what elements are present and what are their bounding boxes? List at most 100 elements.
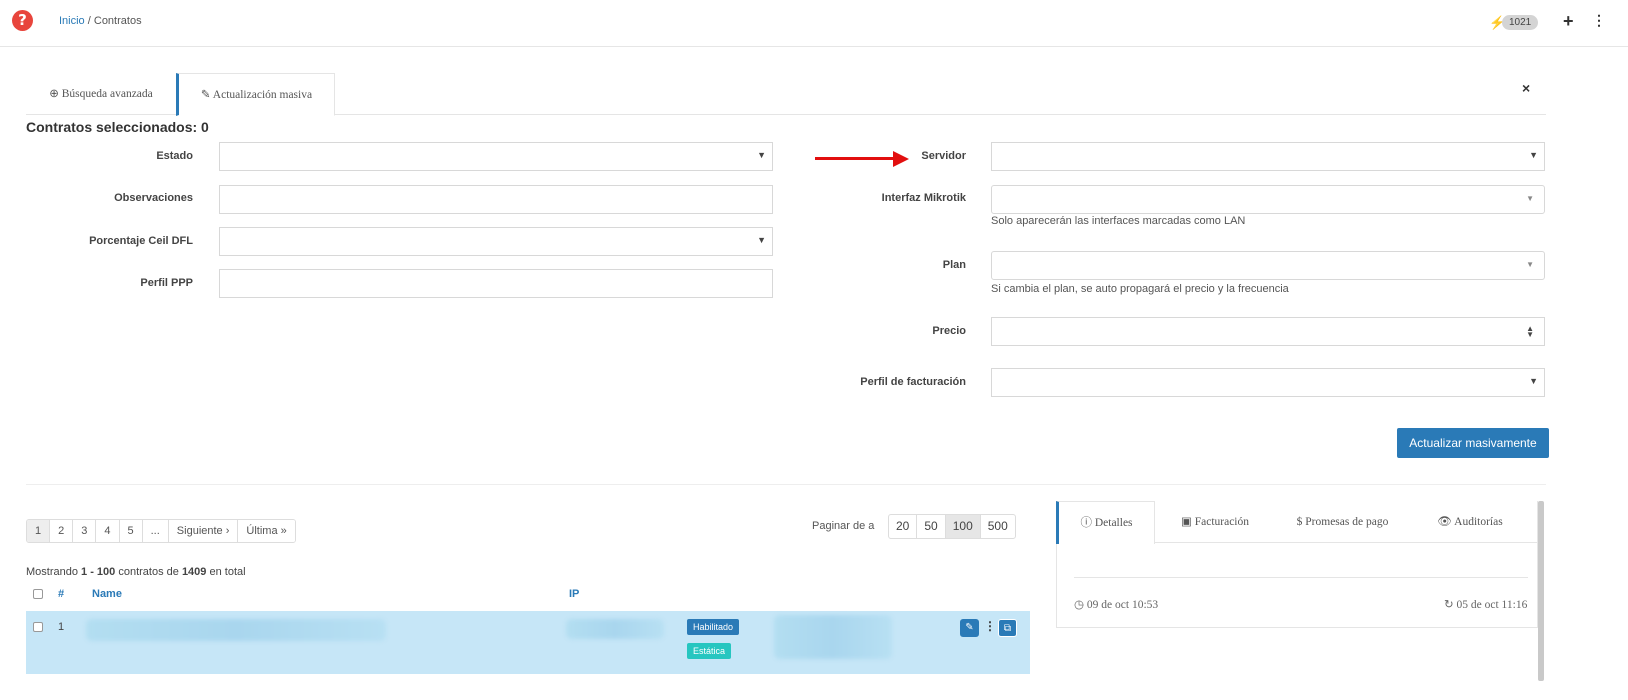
panel-scrollbar[interactable] <box>1538 501 1544 681</box>
caret-down-icon: ▼ <box>757 150 766 160</box>
kebab-menu-icon[interactable]: ⋮ <box>1592 12 1606 29</box>
column-header-name[interactable]: Name <box>92 588 122 600</box>
blurred-ip <box>566 619 664 639</box>
row-kebab-icon[interactable]: ⋮ <box>984 619 996 633</box>
plan-help-text: Si cambia el plan, se auto propagará el … <box>991 283 1289 295</box>
money-icon: ▣ <box>1180 516 1192 528</box>
porcentaje-ceil-select[interactable]: ▼ <box>219 227 773 256</box>
edit-button[interactable]: ✎ <box>960 619 979 637</box>
porcentaje-ceil-label: Porcentaje Ceil DFL <box>89 235 193 247</box>
blurred-field <box>774 615 892 659</box>
perfil-facturacion-label: Perfil de facturación <box>860 376 966 388</box>
tab-bulk-update[interactable]: ✎ Actualización masiva <box>176 73 335 116</box>
perfil-facturacion-select[interactable]: ▼ <box>991 368 1545 397</box>
spinner-icon[interactable]: ▲ ▼ <box>1526 325 1534 339</box>
summary-range: 1 - 100 <box>81 566 116 578</box>
tab-detalles[interactable]: ⓘ Detalles <box>1056 501 1155 544</box>
select-all-checkbox[interactable] <box>33 589 43 599</box>
summary-prefix: Mostrando <box>26 566 82 578</box>
clock-icon: ◷ <box>1074 599 1085 611</box>
page-link[interactable]: 3 <box>73 520 97 542</box>
precio-input[interactable]: ▲ ▼ <box>991 317 1545 346</box>
estado-label: Estado <box>156 150 193 162</box>
copy-button[interactable]: ⧉ <box>998 619 1017 637</box>
updated-timestamp: ↻ 05 de oct 11:16 <box>1444 597 1527 611</box>
breadcrumb-current: Contratos <box>93 15 142 27</box>
tab-detalles-label: Detalles <box>1094 517 1133 529</box>
estado-select[interactable]: ▼ <box>219 142 773 171</box>
column-header-number[interactable]: # <box>58 588 64 600</box>
interfaz-mikrotik-label: Interfaz Mikrotik <box>881 192 966 204</box>
per-page-selector: 20 50 100 500 <box>888 514 1016 539</box>
summary-suffix: en total <box>206 566 246 578</box>
breadcrumb: Inicio / Contratos <box>59 15 142 27</box>
tab-auditorias[interactable]: 👁 Auditorías <box>1415 501 1525 543</box>
page-ellipsis: ... <box>142 520 169 542</box>
perfil-ppp-label: Perfil PPP <box>140 277 193 289</box>
per-page-option[interactable]: 500 <box>981 515 1015 538</box>
eye-icon: 👁 <box>1437 516 1452 528</box>
caret-down-icon: ▼ <box>757 235 766 245</box>
connection-count-badge[interactable]: 1021 <box>1502 15 1539 30</box>
caret-down-icon: ▼ <box>1526 260 1534 269</box>
servidor-label: Servidor <box>921 150 966 162</box>
close-icon[interactable]: × <box>1522 80 1530 96</box>
selected-contracts-count: Contratos seleccionados: 0 <box>26 119 209 135</box>
interfaz-help-text: Solo aparecerán las interfaces marcadas … <box>991 215 1246 227</box>
per-page-option[interactable]: 50 <box>917 515 946 538</box>
search-plus-icon: ⊕ <box>49 88 59 100</box>
page-link[interactable]: 2 <box>50 520 74 542</box>
servidor-select[interactable]: ▼ <box>991 142 1545 171</box>
tab-advanced-search[interactable]: ⊕ Búsqueda avanzada <box>26 73 176 115</box>
tab-facturacion[interactable]: ▣ Facturación <box>1160 501 1270 543</box>
page-link[interactable]: 5 <box>119 520 143 542</box>
next-page-link[interactable]: Siguiente › <box>168 520 239 542</box>
pagination: 1 2 3 4 5 ... Siguiente › Última » <box>26 519 296 543</box>
bulk-update-button[interactable]: Actualizar masivamente <box>1397 428 1549 458</box>
page-link[interactable]: 4 <box>96 520 120 542</box>
caret-down-icon: ▼ <box>1529 150 1538 160</box>
interfaz-mikrotik-select[interactable]: ▼ <box>991 185 1545 214</box>
per-page-label: Paginar de a <box>812 520 875 532</box>
panel-divider <box>1074 577 1528 578</box>
ip-type-badge: Estática <box>687 643 732 659</box>
last-page-link[interactable]: Última » <box>238 520 295 542</box>
breadcrumb-home-link[interactable]: Inicio <box>59 15 85 27</box>
page-link[interactable]: 1 <box>27 520 51 542</box>
table-row[interactable]: 1 Habilitado Estática ✎ ⋮ ⧉ <box>26 611 1030 674</box>
observaciones-input[interactable] <box>219 185 773 214</box>
perfil-ppp-input[interactable] <box>219 269 773 298</box>
tab-promesas-label: Promesas de pago <box>1305 516 1389 528</box>
add-icon[interactable]: + <box>1563 11 1574 32</box>
summary-mid: contratos de <box>115 566 182 578</box>
tab-auditorias-label: Auditorías <box>1454 516 1503 528</box>
summary-total: 1409 <box>181 566 207 578</box>
plan-select[interactable]: ▼ <box>991 251 1545 280</box>
tab-advanced-search-label: Búsqueda avanzada <box>61 88 153 100</box>
caret-down-icon: ▼ <box>1526 194 1534 203</box>
divider <box>26 484 1546 485</box>
created-timestamp: ◷ 09 de oct 10:53 <box>1074 597 1158 611</box>
row-number: 1 <box>58 621 65 633</box>
blurred-name <box>86 619 386 641</box>
dollar-icon: $ <box>1296 516 1303 528</box>
tab-promesas-pago[interactable]: $ Promesas de pago <box>1280 501 1405 543</box>
breadcrumb-separator: / <box>87 15 91 27</box>
per-page-option[interactable]: 20 <box>889 515 918 538</box>
caret-down-icon: ▼ <box>1529 376 1538 386</box>
tab-bulk-update-label: Actualización masiva <box>212 89 313 101</box>
updated-label: 05 de oct 11:16 <box>1456 599 1528 611</box>
results-summary: Mostrando 1 - 100 contratos de 1409 en t… <box>26 566 246 578</box>
info-icon: ⓘ <box>1080 517 1092 529</box>
status-badge: Habilitado <box>687 619 740 635</box>
precio-label: Precio <box>932 325 966 337</box>
plan-label: Plan <box>942 259 966 271</box>
per-page-option[interactable]: 100 <box>945 515 981 538</box>
question-circle-icon[interactable]: ? <box>12 10 33 31</box>
top-bar: ? Inicio / Contratos ⚡ 1021 + ⋮ <box>0 0 1628 47</box>
column-header-ip[interactable]: IP <box>569 588 579 600</box>
tab-facturacion-label: Facturación <box>1194 516 1250 528</box>
refresh-icon: ↻ <box>1444 599 1454 611</box>
filter-tabs: ⊕ Búsqueda avanzada ✎ Actualización masi… <box>26 73 1546 116</box>
row-checkbox[interactable] <box>33 622 43 632</box>
